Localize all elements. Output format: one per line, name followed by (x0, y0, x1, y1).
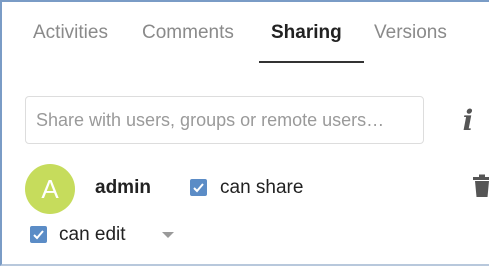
can-share-checkbox[interactable] (190, 179, 207, 196)
info-icon[interactable]: i (457, 100, 479, 140)
tab-bar: Activities Comments Sharing Versions (2, 2, 472, 64)
trash-icon[interactable] (471, 174, 489, 198)
checkmark-icon (33, 230, 44, 240)
can-edit-checkbox[interactable] (30, 226, 47, 243)
avatar-letter: A (41, 173, 59, 204)
tab-sharing[interactable]: Sharing (271, 22, 342, 44)
tab-comments[interactable]: Comments (142, 22, 234, 44)
tab-versions[interactable]: Versions (374, 22, 447, 44)
can-edit-label: can edit (59, 224, 126, 245)
tab-activities[interactable]: Activities (33, 22, 108, 44)
sidebar-panel: Activities Comments Sharing Versions i A… (0, 0, 489, 266)
can-share-label: can share (220, 177, 304, 198)
avatar: A (25, 164, 75, 214)
checkmark-icon (193, 183, 204, 193)
share-search-input[interactable] (25, 96, 424, 144)
caret-down-icon[interactable] (161, 231, 175, 239)
share-username: admin (95, 177, 151, 198)
active-tab-indicator (259, 61, 364, 63)
